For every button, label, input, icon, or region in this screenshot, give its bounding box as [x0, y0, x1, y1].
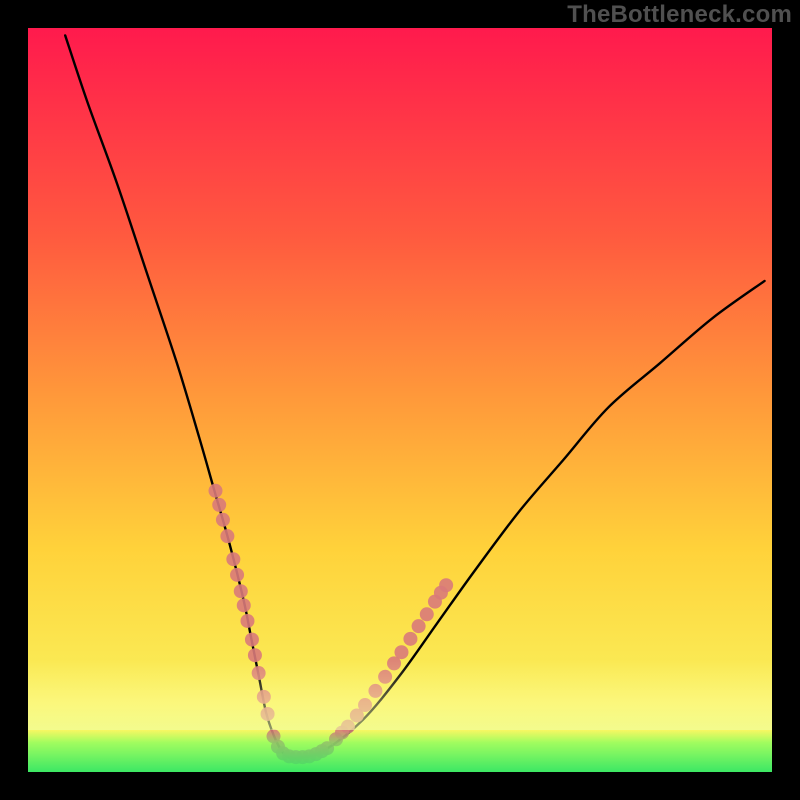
highlight-dot — [226, 552, 240, 566]
highlight-dot — [240, 614, 254, 628]
highlight-dot — [245, 633, 259, 647]
highlight-dot — [220, 529, 234, 543]
highlight-dot — [216, 513, 230, 527]
green-highlight-band — [28, 730, 772, 772]
highlight-dot — [208, 484, 222, 498]
highlight-dot — [234, 584, 248, 598]
highlight-dot — [212, 498, 226, 512]
highlight-dot — [439, 578, 453, 592]
yellow-highlight-band — [28, 660, 772, 730]
highlight-dot — [237, 598, 251, 612]
chart-frame: TheBottleneck.com — [0, 0, 800, 800]
highlight-dot — [420, 607, 434, 621]
highlight-dot — [403, 632, 417, 646]
highlight-dot — [394, 645, 408, 659]
highlight-dot — [412, 619, 426, 633]
watermark-text: TheBottleneck.com — [567, 1, 792, 29]
highlight-dot — [230, 568, 244, 582]
